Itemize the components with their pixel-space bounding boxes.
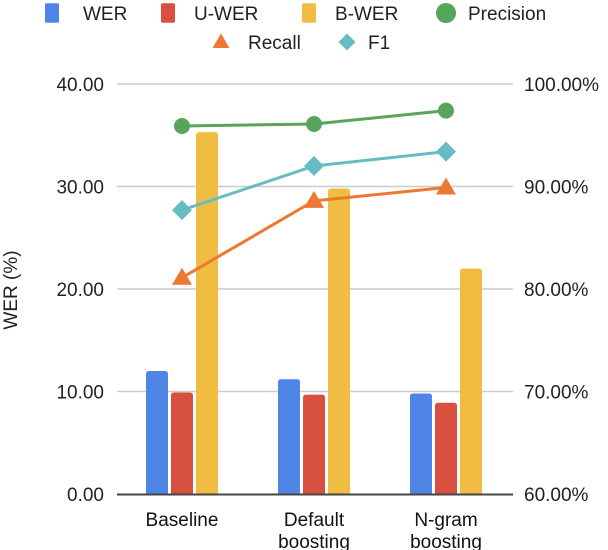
bar-u-wer xyxy=(303,394,325,494)
point-f1 xyxy=(172,200,192,221)
x-axis-categories: Baseline DefaultboostingN-gramboosting xyxy=(146,510,482,550)
y-tick-label-left: 0.00 xyxy=(67,485,104,506)
legend-label-b-wer: B-WER xyxy=(335,4,398,25)
point-recall xyxy=(172,267,192,285)
bar-wer xyxy=(410,393,432,494)
bar-b-wer xyxy=(460,268,482,494)
point-precision xyxy=(438,102,454,119)
x-tick-label: Baseline xyxy=(146,510,219,531)
x-tick-label: boosting xyxy=(410,532,482,550)
bar-wer xyxy=(146,371,168,494)
legend-label-f1: F1 xyxy=(368,33,390,54)
legend-marker-f1 xyxy=(338,33,356,51)
y-tick-label-right: 60.00% xyxy=(524,485,589,506)
legend-marker-u-wer xyxy=(161,3,175,23)
x-tick-label: N-gram xyxy=(414,510,477,531)
bar-b-wer xyxy=(328,188,350,495)
y-axis-label: WER (%) xyxy=(1,250,22,329)
y-tick-label-right: 80.00% xyxy=(524,280,589,301)
y-axis-right: 60.00% 70.00% 80.00% 90.00% 100.00% xyxy=(524,75,599,506)
point-f1 xyxy=(304,156,324,176)
point-f1 xyxy=(436,141,456,162)
bar-u-wer xyxy=(435,402,457,494)
bar-u-wer xyxy=(171,392,193,494)
y-axis-left: 0.00 10.00 20.00 30.00 40.00 xyxy=(56,75,104,506)
combo-chart: WER U-WER B-WER Precision Recall F1 0.00 10.00… xyxy=(1,3,599,550)
legend-marker-b-wer xyxy=(302,3,316,23)
legend-marker-wer xyxy=(45,3,59,23)
y-tick-label-left: 40.00 xyxy=(56,75,104,96)
point-precision xyxy=(174,118,190,135)
bar-wer xyxy=(278,379,300,494)
x-tick-label: boosting xyxy=(278,532,350,550)
legend: WER U-WER B-WER Precision Recall F1 xyxy=(45,3,546,54)
y-tick-label-right: 90.00% xyxy=(524,178,589,199)
x-tick-label: Default xyxy=(284,510,345,531)
y-tick-label-left: 30.00 xyxy=(56,178,104,199)
legend-label-wer: WER xyxy=(83,4,127,25)
point-precision xyxy=(306,115,322,132)
legend-marker-recall xyxy=(212,33,230,48)
legend-marker-precision xyxy=(436,3,456,23)
y-tick-label-right: 70.00% xyxy=(524,383,589,404)
y-tick-label-left: 10.00 xyxy=(56,383,104,404)
legend-label-precision: Precision xyxy=(468,4,546,25)
legend-label-recall: Recall xyxy=(248,33,301,54)
y-tick-label-right: 100.00% xyxy=(524,75,599,96)
legend-label-u-wer: U-WER xyxy=(194,4,258,25)
y-tick-label-left: 20.00 xyxy=(56,280,104,301)
bar-b-wer xyxy=(196,132,218,495)
